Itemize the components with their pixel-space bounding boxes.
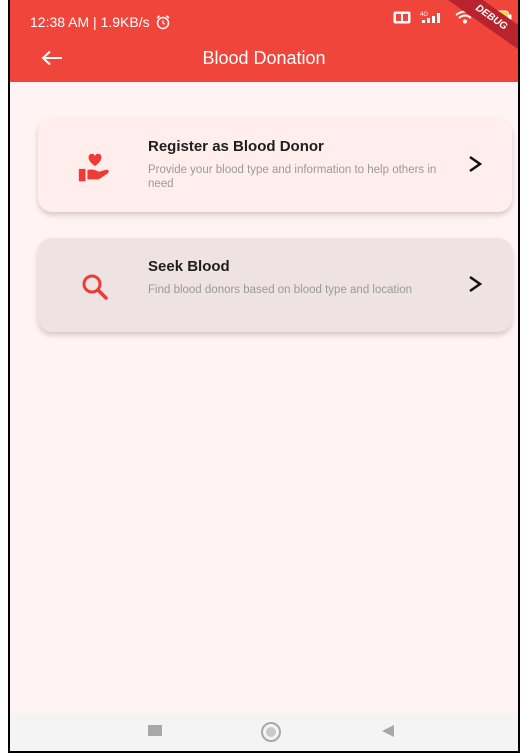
circle-icon[interactable] xyxy=(261,722,281,742)
status-time: 12:38 AM | 1.9KB/s xyxy=(30,14,150,30)
hand-heart-icon xyxy=(78,153,109,182)
seek-blood-card[interactable]: Seek Blood Find blood donors based on bl… xyxy=(38,238,512,332)
chevron-right-icon xyxy=(469,275,483,293)
sim-card-icon xyxy=(393,11,411,23)
square-icon[interactable] xyxy=(148,725,162,736)
card-title: Register as Blood Donor xyxy=(148,138,324,155)
search-icon xyxy=(82,274,108,300)
app-bar: 12:38 AM | 1.9KB/s 4G DEBUG Blood Donati… xyxy=(10,0,518,82)
network-type-label: 4G xyxy=(420,12,428,18)
card-icon-wrapper xyxy=(76,268,114,306)
status-bar-left: 12:38 AM | 1.9KB/s xyxy=(30,14,171,30)
register-donor-card[interactable]: Register as Blood Donor Provide your blo… xyxy=(38,118,512,212)
alarm-clock-icon xyxy=(156,15,170,30)
page-title: Blood Donation xyxy=(202,48,326,68)
system-nav-bar xyxy=(10,713,518,751)
triangle-back-icon[interactable] xyxy=(382,725,394,737)
chevron-right-icon xyxy=(469,155,483,173)
signal-icon: 4G xyxy=(420,12,440,23)
card-subtitle: Find blood donors based on blood type an… xyxy=(148,284,413,296)
card-subtitle: Provide your blood type and information … xyxy=(148,164,437,190)
card-title: Seek Blood xyxy=(148,258,230,275)
phone-screen: 12:38 AM | 1.9KB/s 4G DEBUG Blood Donati… xyxy=(8,0,520,753)
card-icon-wrapper xyxy=(76,148,114,186)
